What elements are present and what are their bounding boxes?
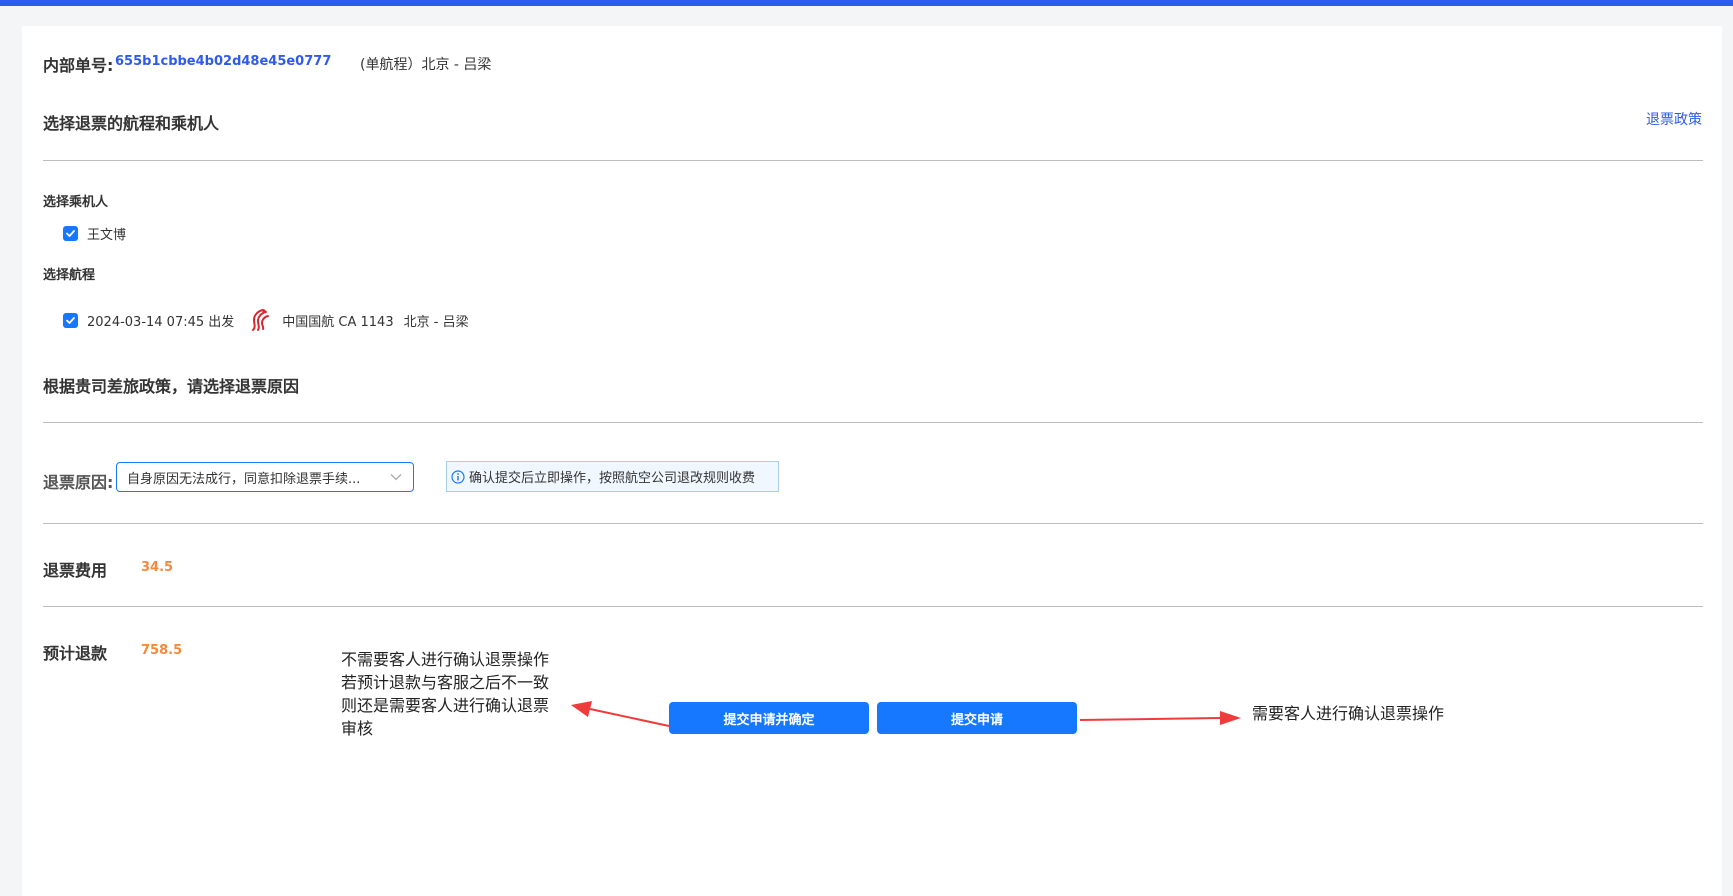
refund-policy-link[interactable]: 退票政策 xyxy=(1646,109,1702,129)
reason-section-title: 根据贵司差旅政策，请选择退票原因 xyxy=(43,377,300,396)
segment-flight: 中国国航 CA 1143 xyxy=(282,314,394,330)
annotation-line: 则还是需要客人进行确认退票 xyxy=(341,696,550,715)
check-icon xyxy=(66,230,75,237)
segment-route: 北京 - 吕梁 xyxy=(403,314,469,330)
reason-select[interactable]: 自身原因无法成行，同意扣除退票手续... xyxy=(116,462,414,492)
refund-notice-text: 确认提交后立即操作，按照航空公司退改规则收费 xyxy=(469,471,756,486)
refund-fee-value: 34.5 xyxy=(141,560,174,575)
refund-card xyxy=(22,26,1722,896)
divider xyxy=(43,160,1703,161)
passenger-row[interactable]: 王文博 xyxy=(63,224,126,243)
right-annotation: 需要客人进行确认退票操作 xyxy=(1252,704,1445,723)
reason-select-value: 自身原因无法成行，同意扣除退票手续... xyxy=(127,471,361,487)
estimated-refund-value: 758.5 xyxy=(141,643,183,658)
passenger-checkbox[interactable] xyxy=(63,226,78,241)
air-china-logo-icon xyxy=(248,308,270,332)
segment-row[interactable]: 2024-03-14 07:45 出发 中国国航 CA 1143 北京 - 吕梁 xyxy=(63,308,469,332)
annotation-line: 审核 xyxy=(341,719,374,738)
reason-label: 退票原因: xyxy=(43,473,114,492)
divider xyxy=(43,606,1703,607)
divider xyxy=(43,523,1703,524)
segment-departure: 2024-03-14 07:45 出发 xyxy=(87,314,235,330)
submit-and-confirm-button[interactable]: 提交申请并确定 xyxy=(669,702,869,734)
top-accent-bar xyxy=(0,0,1733,6)
annotation-line: 不需要客人进行确认退票操作 xyxy=(341,650,550,669)
check-icon xyxy=(66,316,75,324)
estimated-refund-label: 预计退款 xyxy=(43,644,108,663)
left-annotation: 不需要客人进行确认退票操作 若预计退款与客服之后不一致 则还是需要客人进行确认退… xyxy=(341,648,549,740)
selection-section-title: 选择退票的航程和乘机人 xyxy=(43,114,220,133)
segment-checkbox[interactable] xyxy=(63,312,78,328)
order-number-value: 655b1cbbe4b02d48e45e0777 xyxy=(115,54,332,69)
chevron-down-icon xyxy=(389,470,403,484)
submit-button[interactable]: 提交申请 xyxy=(877,702,1077,734)
passengers-title: 选择乘机人 xyxy=(43,195,109,210)
passenger-name: 王文博 xyxy=(87,228,127,243)
route-summary: (单航程）北京 - 吕梁 xyxy=(360,57,492,73)
divider xyxy=(43,422,1703,423)
segments-title: 选择航程 xyxy=(43,268,96,283)
order-number-label: 内部单号: xyxy=(43,56,114,75)
refund-notice: 确认提交后立即操作，按照航空公司退改规则收费 xyxy=(446,461,779,492)
annotation-line: 若预计退款与客服之后不一致 xyxy=(341,673,550,692)
refund-fee-label: 退票费用 xyxy=(43,561,108,580)
info-icon xyxy=(451,469,465,484)
